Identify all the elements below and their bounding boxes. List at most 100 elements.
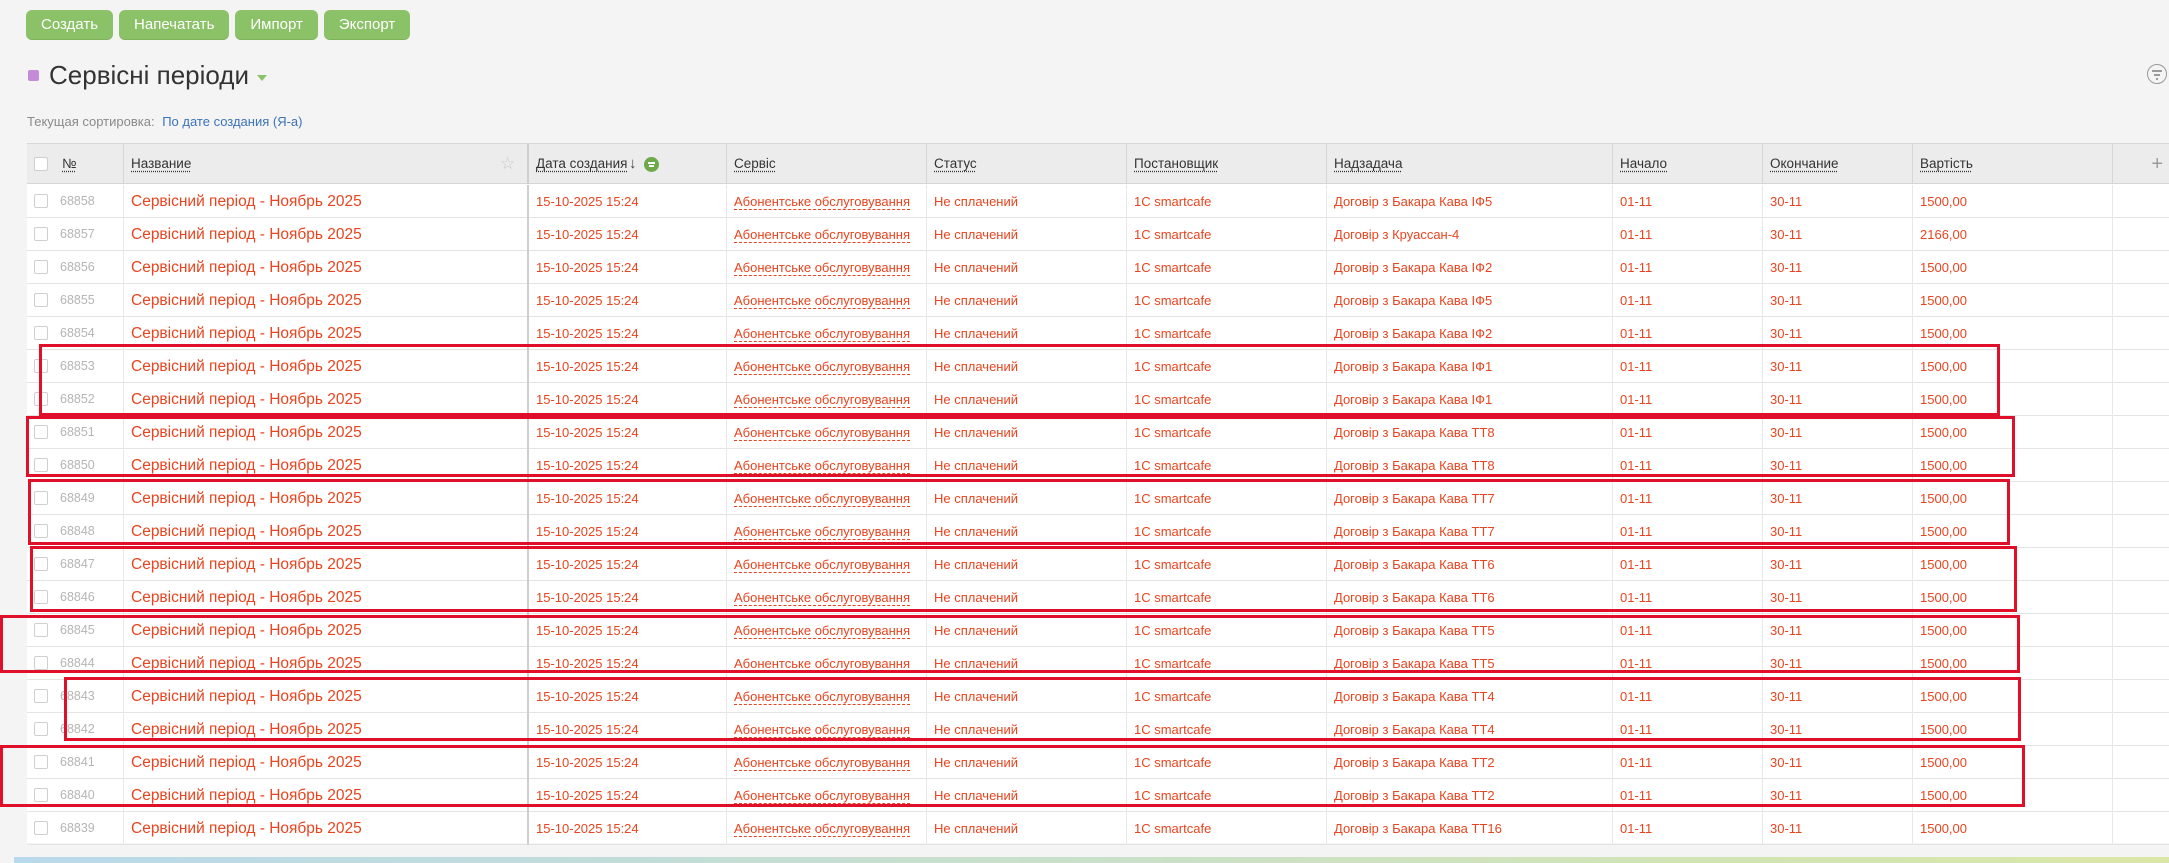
row-name-link[interactable]: Сервісний період - Ноябрь 2025: [123, 218, 527, 251]
page-title[interactable]: Сервісні періоди: [49, 60, 249, 91]
column-end-label[interactable]: Окончание: [1770, 156, 1839, 171]
column-parent-label[interactable]: Надзадача: [1334, 156, 1402, 171]
header-select-cell: [27, 144, 53, 184]
row-filler: [2112, 680, 2169, 713]
header-num[interactable]: №: [53, 144, 123, 184]
filter-icon[interactable]: [2147, 64, 2167, 84]
row-parent-task-link[interactable]: Договір з Бакара Кава IФ5: [1326, 185, 1612, 218]
row-checkbox[interactable]: [34, 260, 48, 274]
row-name-link[interactable]: Сервісний період - Ноябрь 2025: [123, 251, 527, 284]
row-select-cell: [27, 812, 53, 845]
toolbar: Создать Напечатать Импорт Экспорт: [26, 10, 411, 40]
sort-desc-arrow-icon[interactable]: ↓: [629, 155, 637, 172]
chevron-down-icon[interactable]: [257, 74, 268, 81]
service-link[interactable]: Абонентське обслуговування: [734, 194, 911, 210]
column-created-label[interactable]: Дата создания: [536, 156, 628, 171]
row-select-cell: [27, 251, 53, 284]
row-checkbox[interactable]: [34, 821, 48, 835]
row-filler: [2112, 548, 2169, 581]
print-button[interactable]: Напечатать: [119, 10, 230, 40]
header-start[interactable]: Начало: [1612, 144, 1762, 184]
sort-label: Текущая сортировка:: [27, 114, 155, 129]
table-row[interactable]: 68855 Сервісний період - Ноябрь 2025 15-10…: [27, 284, 2169, 317]
row-filler: [2112, 482, 2169, 515]
row-status: Не сплачений: [926, 812, 1126, 845]
row-status: Не сплачений: [926, 218, 1126, 251]
row-filler: [2112, 779, 2169, 812]
select-all-checkbox[interactable]: [34, 157, 48, 171]
table-row[interactable]: 68839 Сервісний період - Ноябрь 2025 15-10…: [27, 812, 2169, 845]
column-name-label[interactable]: Название: [131, 156, 191, 171]
row-checkbox[interactable]: [34, 722, 48, 736]
row-author: 1C smartcafe: [1126, 218, 1326, 251]
row-filler: [2112, 218, 2169, 251]
table-header: № Название ☆ Дата создания ↓ Сервіс Стат…: [27, 144, 2169, 184]
row-filler: [2112, 251, 2169, 284]
column-filter-icon[interactable]: [644, 157, 659, 172]
row-created-date: 15-10-2025 15:24: [527, 218, 726, 251]
row-author: 1C smartcafe: [1126, 251, 1326, 284]
highlight-box: [26, 416, 2015, 477]
row-number: 68856: [60, 260, 95, 274]
row-filler: [2112, 416, 2169, 449]
row-filler: [2112, 350, 2169, 383]
service-link[interactable]: Абонентське обслуговування: [734, 326, 911, 342]
row-status: Не сплачений: [926, 251, 1126, 284]
column-start-label[interactable]: Начало: [1620, 156, 1667, 171]
row-parent-task-link[interactable]: Договір з Бакара Кава ТТ16: [1326, 812, 1612, 845]
row-end: 30-11: [1762, 812, 1912, 845]
table-row[interactable]: 68857 Сервісний період - Ноябрь 2025 15-10…: [27, 218, 2169, 251]
highlight-box: [0, 745, 2025, 807]
row-name-link[interactable]: Сервісний період - Ноябрь 2025: [123, 284, 527, 317]
header-author[interactable]: Постановщик: [1126, 144, 1326, 184]
row-created-date: 15-10-2025 15:24: [527, 185, 726, 218]
header-parent[interactable]: Надзадача: [1326, 144, 1612, 184]
row-parent-task-link[interactable]: Договір з Круассан-4: [1326, 218, 1612, 251]
header-name[interactable]: Название ☆: [123, 144, 527, 184]
column-cost-label[interactable]: Вартість: [1920, 156, 1973, 171]
star-icon[interactable]: ☆: [500, 154, 515, 174]
table-row[interactable]: 68858 Сервісний період - Ноябрь 2025 15-10…: [27, 185, 2169, 218]
row-select-cell: [27, 680, 53, 713]
table-row[interactable]: 68856 Сервісний період - Ноябрь 2025 15-10…: [27, 251, 2169, 284]
header-created[interactable]: Дата создания ↓: [527, 144, 726, 184]
service-link[interactable]: Абонентське обслуговування: [734, 293, 911, 309]
row-filler: [2112, 647, 2169, 680]
column-service-label[interactable]: Сервіс: [734, 156, 776, 171]
row-start: 01-11: [1612, 812, 1762, 845]
page: Создать Напечатать Импорт Экспорт Сервіс…: [0, 0, 2169, 863]
row-checkbox[interactable]: [34, 194, 48, 208]
header-end[interactable]: Окончание: [1762, 144, 1912, 184]
header-status[interactable]: Статус: [926, 144, 1126, 184]
service-link[interactable]: Абонентське обслуговування: [734, 260, 911, 276]
row-checkbox[interactable]: [34, 326, 48, 340]
export-button[interactable]: Экспорт: [323, 10, 411, 40]
row-cost: 1500,00: [1912, 251, 2112, 284]
sort-value-link[interactable]: По дате создания (Я-а): [162, 114, 302, 129]
header-cost[interactable]: Вартість: [1912, 144, 2112, 184]
highlight-box: [30, 546, 2017, 612]
service-link[interactable]: Абонентське обслуговування: [734, 821, 911, 837]
header-service[interactable]: Сервіс: [726, 144, 926, 184]
row-checkbox[interactable]: [34, 689, 48, 703]
row-service-link: Абонентське обслуговування: [726, 812, 926, 845]
row-status: Не сплачений: [926, 284, 1126, 317]
row-checkbox[interactable]: [34, 227, 48, 241]
row-name-link[interactable]: Сервісний період - Ноябрь 2025: [123, 812, 527, 845]
row-parent-task-link[interactable]: Договір з Бакара Кава IФ5: [1326, 284, 1612, 317]
row-end: 30-11: [1762, 185, 1912, 218]
column-status-label[interactable]: Статус: [934, 156, 977, 171]
column-num-label[interactable]: №: [62, 156, 76, 171]
column-author-label[interactable]: Постановщик: [1134, 156, 1218, 171]
row-name-link[interactable]: Сервісний період - Ноябрь 2025: [123, 185, 527, 218]
import-button[interactable]: Импорт: [235, 10, 318, 40]
highlight-box: [28, 479, 2010, 545]
row-filler: [2112, 812, 2169, 845]
row-parent-task-link[interactable]: Договір з Бакара Кава IФ2: [1326, 251, 1612, 284]
highlight-box: [64, 677, 2021, 741]
row-checkbox[interactable]: [34, 293, 48, 307]
add-column-plus-icon[interactable]: +: [2151, 153, 2163, 176]
row-author: 1C smartcafe: [1126, 812, 1326, 845]
service-link[interactable]: Абонентське обслуговування: [734, 227, 911, 243]
create-button[interactable]: Создать: [26, 10, 114, 40]
